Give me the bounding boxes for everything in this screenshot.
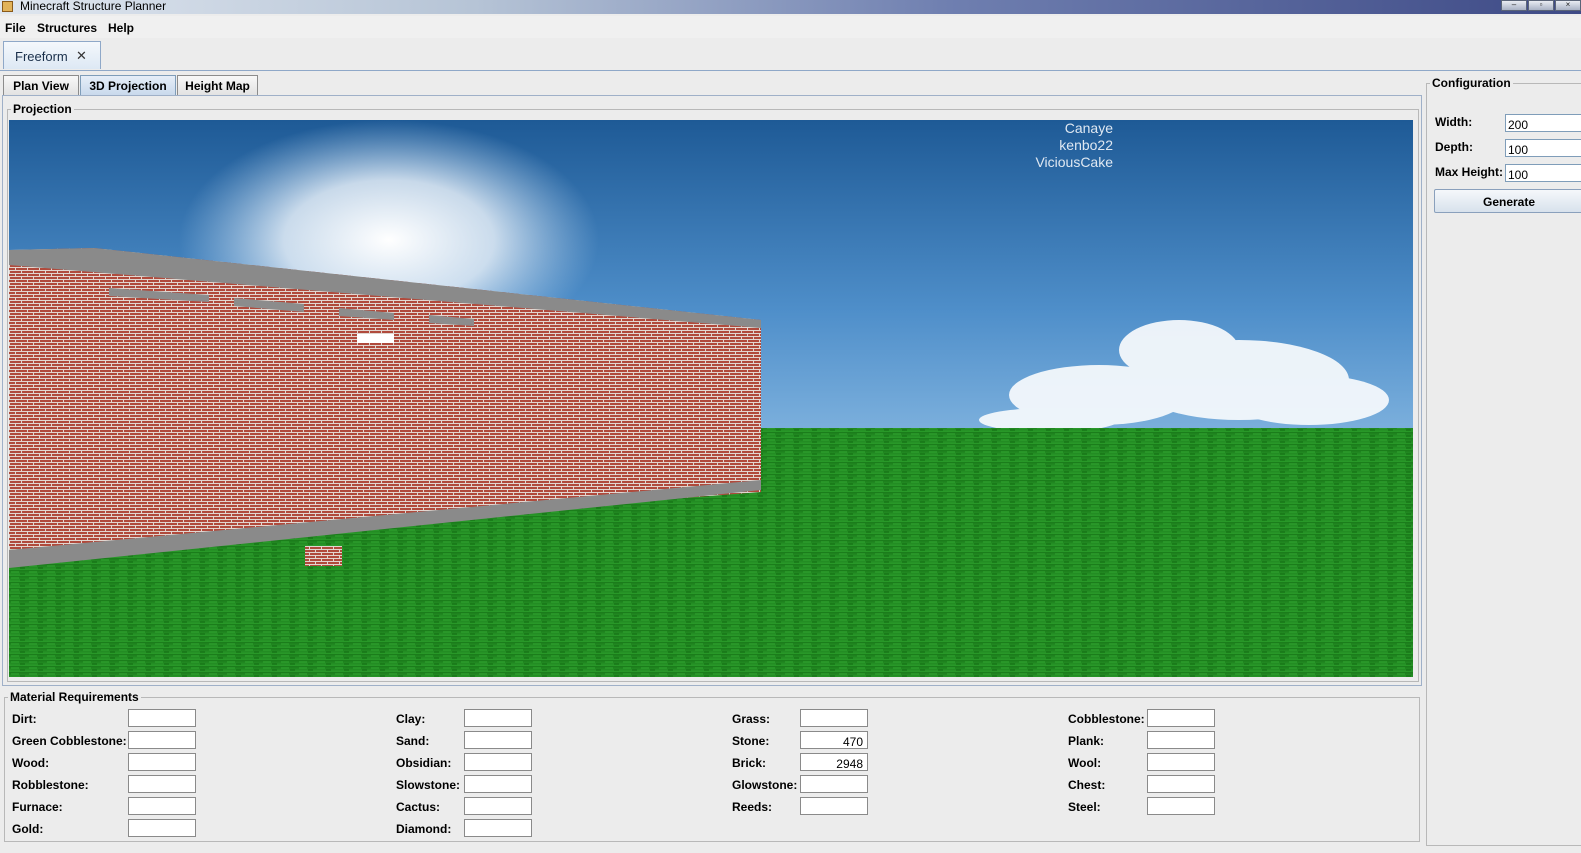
material-label: Green Cobblestone: (12, 734, 127, 748)
material-count-field[interactable] (1147, 753, 1215, 771)
projection-legend: Projection (13, 102, 72, 116)
tab-freeform-label: Freeform (15, 49, 68, 64)
material-count-field[interactable] (1147, 775, 1215, 793)
depth-label: Depth: (1435, 140, 1473, 154)
material-count-field[interactable] (128, 797, 196, 815)
material-count-field[interactable] (1147, 731, 1215, 749)
credit-line: kenbo22 (1059, 137, 1113, 153)
material-count-field[interactable] (464, 797, 532, 815)
material-label: Dirt: (12, 712, 37, 726)
tab-3d-projection[interactable]: 3D Projection (80, 75, 176, 95)
material-label: Reeds: (732, 800, 773, 814)
material-label: Clay: (396, 712, 426, 726)
material-count-field[interactable] (128, 709, 196, 727)
java-app-icon (2, 1, 13, 12)
material-count-field[interactable] (128, 775, 196, 793)
menu-bar: File Structures Help (0, 16, 1581, 38)
material-label: Gold: (12, 822, 44, 836)
material-count-field[interactable] (800, 709, 868, 727)
3d-viewport[interactable]: Canaye kenbo22 ViciousCake (9, 120, 1413, 677)
material-label: Wood: (12, 756, 50, 770)
material-label: Stone: (732, 734, 770, 748)
close-tab-icon[interactable]: ✕ (76, 48, 87, 64)
material-count-field[interactable] (464, 709, 532, 727)
configuration-group: Configuration Width: 200 Depth: 100 Max … (1426, 76, 1581, 846)
document-tab-bar: Freeform ✕ (0, 38, 1581, 71)
material-label: Glowstone: (732, 778, 798, 792)
brick-block-small (305, 546, 342, 566)
material-label: Wool: (1068, 756, 1102, 770)
material-count-field[interactable] (464, 753, 532, 771)
material-label: Cactus: (396, 800, 441, 814)
tab-plan-view[interactable]: Plan View (3, 75, 79, 95)
material-label: Brick: (732, 756, 767, 770)
material-label: Obsidian: (396, 756, 452, 770)
material-label: Chest: (1068, 778, 1106, 792)
material-label: Cobblestone: (1068, 712, 1145, 726)
material-count-field[interactable] (800, 775, 868, 793)
material-label: Robblestone: (12, 778, 89, 792)
maximize-button[interactable]: ▫ (1528, 0, 1554, 11)
menu-help[interactable]: Help (108, 21, 134, 35)
window-controls: – ▫ × (1500, 0, 1581, 12)
material-count-field[interactable] (464, 731, 532, 749)
material-count-field[interactable]: 470 (800, 731, 868, 749)
credits-overlay: Canaye kenbo22 ViciousCake (1035, 120, 1113, 171)
white-block (357, 334, 394, 343)
material-count-field[interactable] (128, 819, 196, 837)
credit-line: Canaye (1064, 120, 1113, 136)
close-button[interactable]: × (1555, 0, 1581, 11)
material-label: Sand: (396, 734, 430, 748)
window-title: Minecraft Structure Planner (20, 0, 167, 13)
material-count-field[interactable] (1147, 797, 1215, 815)
configuration-legend: Configuration (1432, 76, 1511, 90)
material-count-field[interactable] (464, 775, 532, 793)
window-titlebar: Minecraft Structure Planner – ▫ × (0, 0, 1581, 14)
material-count-field[interactable] (128, 753, 196, 771)
material-count-field[interactable]: 2948 (800, 753, 868, 771)
material-label: Steel: (1068, 800, 1101, 814)
material-label: Slowstone: (396, 778, 461, 792)
3d-scene (9, 120, 1413, 677)
minimize-button[interactable]: – (1501, 0, 1527, 11)
material-count-field[interactable] (464, 819, 532, 837)
material-count-field[interactable] (1147, 709, 1215, 727)
material-label: Grass: (732, 712, 771, 726)
material-requirements-legend: Material Requirements (10, 690, 139, 704)
credit-line: ViciousCake (1035, 154, 1113, 170)
material-label: Furnace: (12, 800, 63, 814)
menu-file[interactable]: File (5, 21, 26, 35)
generate-button[interactable]: Generate (1434, 189, 1581, 213)
material-label: Diamond: (396, 822, 452, 836)
depth-field[interactable]: 100 (1505, 139, 1581, 157)
tab-freeform[interactable]: Freeform ✕ (3, 41, 101, 69)
max-height-label: Max Height: (1435, 165, 1504, 179)
material-count-field[interactable] (128, 731, 196, 749)
tab-height-map[interactable]: Height Map (177, 75, 258, 95)
material-label: Plank: (1068, 734, 1105, 748)
menu-structures[interactable]: Structures (37, 21, 97, 35)
max-height-field[interactable]: 100 (1505, 164, 1581, 182)
material-count-field[interactable] (800, 797, 868, 815)
width-field[interactable]: 200 (1505, 114, 1581, 132)
width-label: Width: (1435, 115, 1473, 129)
